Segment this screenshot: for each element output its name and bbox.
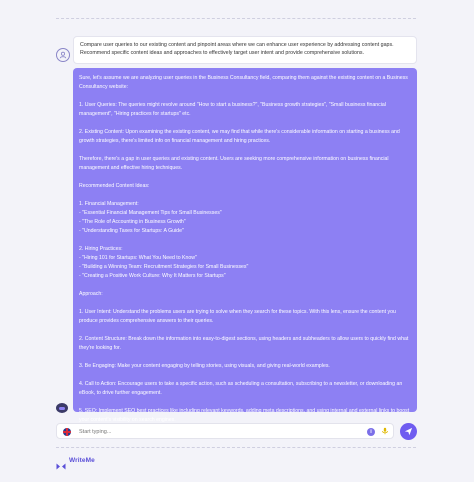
microphone-icon[interactable] <box>380 427 389 436</box>
bottom-divider <box>56 447 416 448</box>
ai-message-spacer <box>79 173 411 182</box>
ai-message-line: 4. Call to Action: Encourage users to ta… <box>79 381 403 396</box>
send-icon <box>404 427 413 436</box>
ai-message-spacer <box>79 299 411 308</box>
ai-message-line: 2. Content Structure: Break down the inf… <box>79 336 409 351</box>
send-button[interactable] <box>400 423 417 440</box>
ai-message-line: - "Building a Winning Team: Recruitment … <box>79 264 249 270</box>
ai-avatar-icon <box>56 403 68 413</box>
ai-message-line: 1. User Queries: The queries might revol… <box>79 102 386 117</box>
ai-message-spacer <box>79 371 411 380</box>
top-divider <box>56 18 416 19</box>
ai-message-line: - "The Role of Accounting in Business Gr… <box>79 219 186 225</box>
ai-message-line: Approach: <box>79 291 103 297</box>
uk-flag-icon[interactable] <box>63 428 71 436</box>
ai-message-line: Recommended Content Ideas: <box>79 183 150 189</box>
writeme-logo-text: WriteMe <box>69 456 95 464</box>
chat-input[interactable] <box>79 426 359 437</box>
ai-message-spacer <box>79 281 411 290</box>
ai-message-line: - "Creating a Positive Work Culture: Why… <box>79 273 226 279</box>
info-icon[interactable]: i <box>367 428 375 436</box>
ai-message-line: - "Hiring 101 for Startups: What You Nee… <box>79 255 197 261</box>
ai-message-spacer <box>79 146 411 155</box>
ai-message-spacer <box>79 191 411 200</box>
ai-message-line: 2. Existing Content: Upon examining the … <box>79 129 400 144</box>
ai-message-spacer <box>79 119 411 128</box>
ai-message-line: 1. Financial Management: <box>79 201 139 207</box>
ai-message-line: - "Understanding Taxes for Startups: A G… <box>79 228 184 234</box>
ai-message-spacer <box>79 398 411 407</box>
ai-message-line: - "Essential Financial Management Tips f… <box>79 210 222 216</box>
user-message: Compare user queries to our existing con… <box>73 36 417 64</box>
ai-message-spacer <box>79 326 411 335</box>
ai-message-line: 3. Be Engaging: Make your content engagi… <box>79 363 330 369</box>
ai-message-spacer <box>79 92 411 101</box>
writeme-logo-icon <box>56 457 66 469</box>
user-message-text: Compare user queries to our existing con… <box>80 42 394 57</box>
user-silhouette-icon <box>59 51 67 59</box>
ai-message-line: Sure, let's assume we are analyzing user… <box>79 75 408 90</box>
ai-message-spacer <box>79 353 411 362</box>
ai-message-spacer <box>79 236 411 245</box>
ai-message-line: 1. User Intent: Understand the problems … <box>79 309 396 324</box>
writeme-logo[interactable]: WriteMe <box>56 455 95 469</box>
ai-message: Sure, let's assume we are analyzing user… <box>73 68 417 423</box>
chat-input-bar: i <box>56 423 394 439</box>
user-avatar-icon <box>56 48 70 62</box>
ai-message-line: Therefore, there's a gap in user queries… <box>79 156 389 171</box>
ai-message-line: 2. Hiring Practices: <box>79 246 123 252</box>
